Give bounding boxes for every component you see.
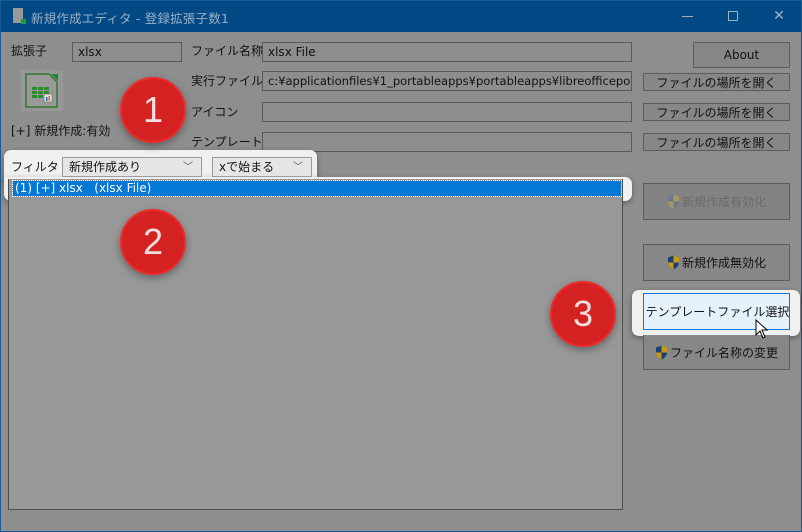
rename-file-label: ファイル名称の変更 [669,345,778,360]
icon-label: アイコン [191,105,239,119]
icon-field[interactable] [262,102,632,122]
shield-icon [667,255,679,270]
disable-new-button[interactable]: 新規作成無効化 [643,244,790,281]
mouse-cursor-icon [755,319,769,339]
app-window: 新規作成エディタ - 登録拡張子数1 ✕ 拡張子 xlsx [+] 新規作成:有… [0,0,802,532]
extension-list[interactable] [8,179,623,510]
filter-label: フィルタ [11,160,59,174]
open-exec-location-button[interactable]: ファイルの場所を開く [643,73,790,91]
shield-icon [667,194,679,209]
select-template-label: テンプレートファイル選択 [645,305,790,319]
callout-badge-1: 1 [120,77,186,143]
exec-file-field[interactable]: c:¥applicationfiles¥1_portableapps¥porta… [262,71,632,91]
shield-icon [655,345,667,359]
status-text: [+] 新規作成:有効 [11,124,111,138]
disable-new-label: 新規作成無効化 [681,256,766,270]
close-button[interactable]: ✕ [756,1,802,32]
extension-field[interactable]: xlsx [72,42,182,62]
maximize-icon [728,11,738,21]
template-label: テンプレート [191,135,263,149]
extension-label: 拡張子 [11,44,48,58]
enable-new-label: 新規作成有効化 [681,195,766,209]
title-bar[interactable]: 新規作成エディタ - 登録拡張子数1 ✕ [1,1,801,32]
minimize-icon [681,15,693,17]
spreadsheet-icon [21,70,63,111]
maximize-button[interactable] [710,1,756,32]
close-icon: ✕ [773,8,785,24]
filter-mode-value: 新規作成あり [69,160,142,174]
about-button[interactable]: About [693,42,790,68]
filename-field[interactable]: xlsx File [262,42,632,62]
open-template-location-button[interactable]: ファイルの場所を開く [643,133,790,151]
chevron-down-icon: ﹀ [293,162,303,173]
filename-label: ファイル名称 [191,44,264,58]
callout-badge-3: 3 [550,281,616,347]
list-item[interactable]: (1) [+] xlsx (xlsx File) [12,180,622,197]
filter-prefix-select[interactable]: xで始まる ﹀ [212,157,312,177]
filter-prefix-value: xで始まる [219,160,275,174]
template-field[interactable] [262,132,632,152]
open-icon-location-button[interactable]: ファイルの場所を開く [643,103,790,121]
document-icon [13,8,26,24]
chevron-down-icon: ﹀ [183,162,193,173]
callout-badge-2: 2 [120,209,186,275]
window-title: 新規作成エディタ - 登録拡張子数1 [31,11,230,26]
rename-file-button[interactable]: ファイル名称の変更 [643,335,790,370]
exec-label: 実行ファイル [191,74,264,88]
enable-new-button[interactable]: 新規作成有効化 [643,183,790,220]
minimize-button[interactable] [664,1,710,32]
filter-mode-select[interactable]: 新規作成あり ﹀ [62,157,202,177]
